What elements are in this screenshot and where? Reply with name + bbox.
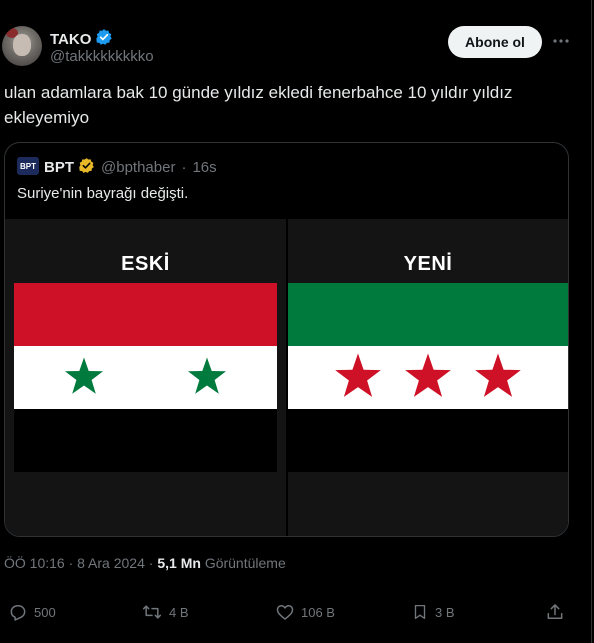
bookmark-count: 3 B	[435, 604, 455, 620]
ellipsis-icon[interactable]	[551, 31, 571, 51]
repost-count: 4 B	[169, 604, 189, 620]
bookmark-icon	[414, 604, 426, 620]
avatar-face	[13, 34, 31, 56]
new-flag-title: YENİ	[403, 253, 453, 275]
reply-count: 500	[34, 604, 56, 620]
old-flag-title: ESKİ	[121, 253, 170, 275]
timeline-border	[591, 0, 592, 643]
like-button[interactable]: 106 B	[275, 602, 335, 622]
post-date[interactable]: 8 Ara 2024	[77, 555, 145, 571]
red-star-icon	[475, 353, 521, 397]
post-meta: ÖÖ 10:16 · 8 Ara 2024 · 5,1 Mn Görüntüle…	[4, 555, 286, 571]
flag-black-stripe	[14, 409, 277, 472]
red-stars-icon	[335, 353, 521, 397]
quoted-text: Suriye'nin bayrağı değişti.	[17, 185, 189, 202]
quoted-separator: ·	[181, 159, 187, 176]
author-display-name[interactable]: TAKO	[50, 31, 91, 48]
green-star-icon	[65, 357, 103, 394]
action-bar: 500 4 B 106 B 3 B	[0, 600, 594, 628]
meta-separator: ·	[68, 555, 74, 571]
share-button[interactable]	[545, 602, 565, 622]
quoted-name-row: BPT @bpthaber · 16s	[44, 157, 217, 178]
author-avatar[interactable]	[2, 26, 42, 66]
reply-icon	[10, 605, 26, 621]
repost-icon	[142, 605, 162, 619]
red-star-icon	[405, 353, 451, 397]
like-count: 106 B	[301, 604, 335, 620]
green-stars-icon	[65, 357, 226, 394]
views-count: 5,1 Mn	[157, 555, 201, 571]
quoted-display-name[interactable]: BPT	[44, 159, 74, 176]
old-syria-flag	[14, 283, 277, 472]
quoted-author-avatar[interactable]: BPT	[17, 157, 39, 175]
share-icon	[547, 604, 563, 619]
follow-button[interactable]: Abone ol	[448, 26, 542, 58]
quoted-handle[interactable]: @bpthaber	[101, 159, 175, 176]
red-star-icon	[335, 353, 381, 397]
flag-black-stripe	[288, 409, 568, 472]
author-handle[interactable]: @takkkkkkkkko	[50, 48, 154, 65]
tweet-text: ulan adamlara bak 10 günde yıldız ekledi…	[4, 83, 513, 127]
flag-green-stripe	[288, 283, 568, 346]
new-syria-flag	[288, 283, 568, 472]
meta-separator: ·	[148, 555, 154, 571]
new-flag-panel: YENİ	[288, 219, 568, 536]
repost-button[interactable]: 4 B	[141, 602, 189, 622]
old-flag-panel: ESKİ	[5, 219, 286, 536]
quoted-media-image[interactable]: ESKİ YENİ	[5, 219, 568, 536]
post-time[interactable]: ÖÖ 10:16	[4, 555, 65, 571]
flag-red-stripe	[14, 283, 277, 346]
views-label: Görüntüleme	[204, 555, 286, 571]
bookmark-button[interactable]: 3 B	[411, 602, 455, 622]
reply-button[interactable]: 500	[8, 602, 56, 622]
green-star-icon	[188, 357, 226, 394]
quoted-time[interactable]: 16s	[192, 159, 216, 176]
heart-icon	[276, 605, 294, 620]
gold-verified-badge-icon	[78, 157, 95, 178]
quoted-post[interactable]: BPT BPT @bpthaber · 16s Suriye'nin bayra…	[4, 142, 569, 537]
